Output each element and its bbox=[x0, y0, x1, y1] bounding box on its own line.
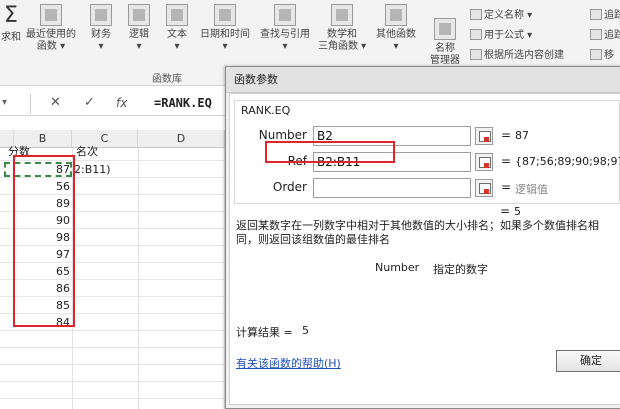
trace-dependents-button[interactable]: 追踪 bbox=[590, 26, 620, 41]
formula-input[interactable]: =RANK.EQ bbox=[154, 96, 212, 110]
date-time-sub: ▾ bbox=[222, 41, 228, 52]
function-name: RANK.EQ bbox=[241, 104, 291, 117]
grid-line bbox=[0, 364, 225, 365]
define-name-icon bbox=[470, 9, 482, 20]
highlight-box-scores bbox=[13, 155, 75, 327]
ok-button[interactable]: 确定 bbox=[556, 350, 620, 372]
more-functions-icon bbox=[385, 4, 407, 26]
text-button[interactable]: 文本 ▾ bbox=[160, 4, 194, 64]
financial-label: 财务 bbox=[91, 29, 111, 40]
function-library-group-label: 函数库 bbox=[152, 74, 182, 85]
grid-line bbox=[0, 381, 225, 382]
remove-arrows-button[interactable]: 移 bbox=[590, 46, 614, 61]
cell-c2[interactable]: 2:B11) bbox=[74, 163, 111, 176]
arg-help-text: 指定的数字 bbox=[433, 263, 488, 276]
overall-result: 5 bbox=[514, 205, 521, 218]
overall-eq-sign: = bbox=[500, 204, 511, 218]
highlight-box-ref bbox=[265, 141, 395, 163]
lookup-reference-label: 查找与引用 bbox=[260, 29, 310, 40]
financial-icon bbox=[90, 4, 112, 26]
cancel-icon[interactable]: ✕ bbox=[50, 95, 61, 110]
lookup-icon bbox=[274, 4, 296, 26]
lookup-reference-sub: ▾ bbox=[282, 41, 288, 52]
calendar-icon bbox=[214, 4, 236, 26]
star-icon bbox=[40, 4, 62, 26]
more-functions-button[interactable]: 其他函数 ▾ bbox=[370, 4, 422, 64]
logical-label: 逻辑 bbox=[129, 29, 149, 40]
trace-precedents-label: 追踪 bbox=[604, 10, 620, 21]
dialog-title[interactable]: 函数参数 bbox=[226, 67, 620, 93]
grid-line bbox=[0, 347, 225, 348]
grid-line bbox=[0, 330, 225, 331]
cell-c1[interactable]: 名次 bbox=[76, 143, 98, 159]
remove-arrows-label: 移 bbox=[604, 50, 614, 61]
logical-button[interactable]: 逻辑 ▾ bbox=[122, 4, 156, 64]
trace-precedents-button[interactable]: 追踪 bbox=[590, 6, 620, 21]
trace-dependents-label: 追踪 bbox=[604, 30, 620, 41]
eq-sign: = bbox=[501, 154, 512, 168]
financial-button[interactable]: 财务 ▾ bbox=[84, 4, 118, 64]
text-label: 文本 bbox=[167, 29, 187, 40]
function-description: 返回某数字在一列数字中相对于其他数值的大小排名；如果多个数值排名相同，则返回该组… bbox=[236, 219, 599, 246]
recent-functions-label: 最近使用的 bbox=[26, 29, 76, 40]
recent-functions-button[interactable]: 最近使用的 函数 ▾ bbox=[22, 4, 80, 64]
date-time-label: 日期和时间 bbox=[200, 29, 250, 40]
text-sub: ▾ bbox=[174, 41, 180, 52]
grid-line bbox=[0, 398, 225, 399]
calc-result-value: 5 bbox=[302, 324, 309, 337]
trace-dependents-icon bbox=[590, 29, 602, 40]
eq-sign: = bbox=[501, 180, 512, 194]
math-trig-button[interactable]: 数学和 三角函数 ▾ bbox=[318, 4, 366, 64]
theta-icon bbox=[331, 4, 353, 26]
use-in-formula-button[interactable]: 用于公式 ▾ bbox=[470, 26, 532, 41]
function-arguments-dialog: 函数参数 RANK.EQ Number = 87 Ref = {87;56;89… bbox=[225, 66, 620, 409]
insert-function-icon[interactable]: fx bbox=[116, 96, 127, 110]
create-from-selection-label: 根据所选内容创建 bbox=[484, 50, 564, 61]
enter-icon[interactable]: ✓ bbox=[84, 95, 95, 110]
more-functions-label: 其他函数 bbox=[376, 29, 416, 40]
number-result: 87 bbox=[515, 129, 529, 142]
financial-sub: ▾ bbox=[98, 41, 104, 52]
define-name-label: 定义名称 ▾ bbox=[484, 10, 533, 21]
order-result: 逻辑值 bbox=[515, 183, 548, 196]
collapse-dialog-icon[interactable] bbox=[475, 179, 493, 197]
order-field[interactable] bbox=[313, 178, 471, 198]
arg-label-number: Number bbox=[258, 128, 307, 142]
date-time-button[interactable]: 日期和时间 ▾ bbox=[196, 4, 254, 64]
create-from-selection-button[interactable]: 根据所选内容创建 bbox=[470, 46, 564, 61]
ref-result: {87;56;89;90;98;97;65 bbox=[515, 155, 620, 168]
lookup-reference-button[interactable]: 查找与引用 ▾ bbox=[256, 4, 314, 64]
trace-precedents-icon bbox=[590, 9, 602, 20]
formula-bar: ▾ ✕ ✓ fx =RANK.EQ bbox=[0, 92, 225, 116]
more-functions-sub: ▾ bbox=[393, 41, 399, 52]
remove-arrows-icon bbox=[590, 49, 602, 60]
use-in-formula-label: 用于公式 ▾ bbox=[484, 30, 533, 41]
text-icon bbox=[166, 4, 188, 26]
math-trig-sub: 三角函数 ▾ bbox=[318, 41, 367, 52]
create-from-selection-icon bbox=[470, 49, 482, 60]
formula-bar-separator bbox=[30, 94, 31, 114]
collapse-dialog-icon[interactable] bbox=[475, 153, 493, 171]
sigma-icon: Σ bbox=[4, 3, 18, 28]
name-box-dropdown-icon[interactable]: ▾ bbox=[2, 97, 7, 108]
logical-icon bbox=[128, 4, 150, 26]
use-in-formula-icon bbox=[470, 29, 482, 40]
autosum-button[interactable]: Σ 求和 bbox=[0, 4, 22, 64]
column-header-d[interactable]: D bbox=[138, 130, 225, 148]
autosum-label: 求和 bbox=[1, 32, 21, 43]
arg-label-order: Order bbox=[272, 180, 307, 194]
dialog-body: RANK.EQ Number = 87 Ref = {87;56;89;90;9… bbox=[229, 93, 620, 405]
name-manager-label: 名称 bbox=[435, 43, 455, 54]
logical-sub: ▾ bbox=[136, 41, 142, 52]
recent-functions-sub: 函数 ▾ bbox=[36, 41, 66, 52]
name-manager-icon bbox=[434, 18, 456, 40]
math-trig-label: 数学和 bbox=[327, 29, 357, 40]
collapse-dialog-icon[interactable] bbox=[475, 127, 493, 145]
define-name-button[interactable]: 定义名称 ▾ bbox=[470, 6, 532, 21]
arg-help-name: Number bbox=[375, 261, 420, 274]
function-help-link[interactable]: 有关该函数的帮助(H) bbox=[236, 355, 341, 371]
eq-sign: = bbox=[501, 128, 512, 142]
calc-result-label: 计算结果 = bbox=[236, 326, 293, 339]
